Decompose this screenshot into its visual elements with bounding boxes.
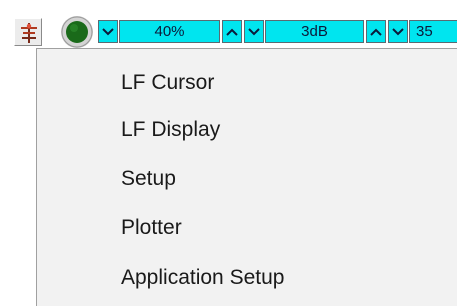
level-value-field[interactable]: 40% (119, 20, 220, 43)
chevron-down-button[interactable] (388, 20, 408, 43)
chevron-up-icon (370, 28, 382, 36)
menu-item-plotter[interactable]: Plotter (37, 206, 457, 250)
menu-item-application-setup[interactable]: Application Setup (37, 256, 457, 300)
chevron-down-icon (102, 28, 114, 36)
status-led-icon (61, 16, 93, 48)
gain-value-field[interactable]: 3dB (265, 20, 364, 43)
context-menu: LF Cursor LF Display Setup Plotter Appli… (36, 48, 457, 306)
chevron-down-icon (392, 28, 404, 36)
chevron-up-button[interactable] (222, 20, 242, 43)
antenna-bug-icon (21, 23, 37, 43)
chevron-down-button[interactable] (98, 20, 118, 43)
toolbar: 40% 3dB 35 (0, 0, 457, 48)
menu-item-lf-cursor[interactable]: LF Cursor (37, 61, 457, 105)
third-value-field[interactable]: 35 (409, 20, 457, 43)
menu-item-setup[interactable]: Setup (37, 157, 457, 201)
chevron-down-button[interactable] (244, 20, 264, 43)
tool-button[interactable] (14, 18, 42, 46)
chevron-down-icon (248, 28, 260, 36)
status-led (61, 16, 93, 48)
chevron-up-button[interactable] (366, 20, 386, 43)
menu-item-lf-display[interactable]: LF Display (37, 108, 457, 152)
chevron-up-icon (226, 28, 238, 36)
